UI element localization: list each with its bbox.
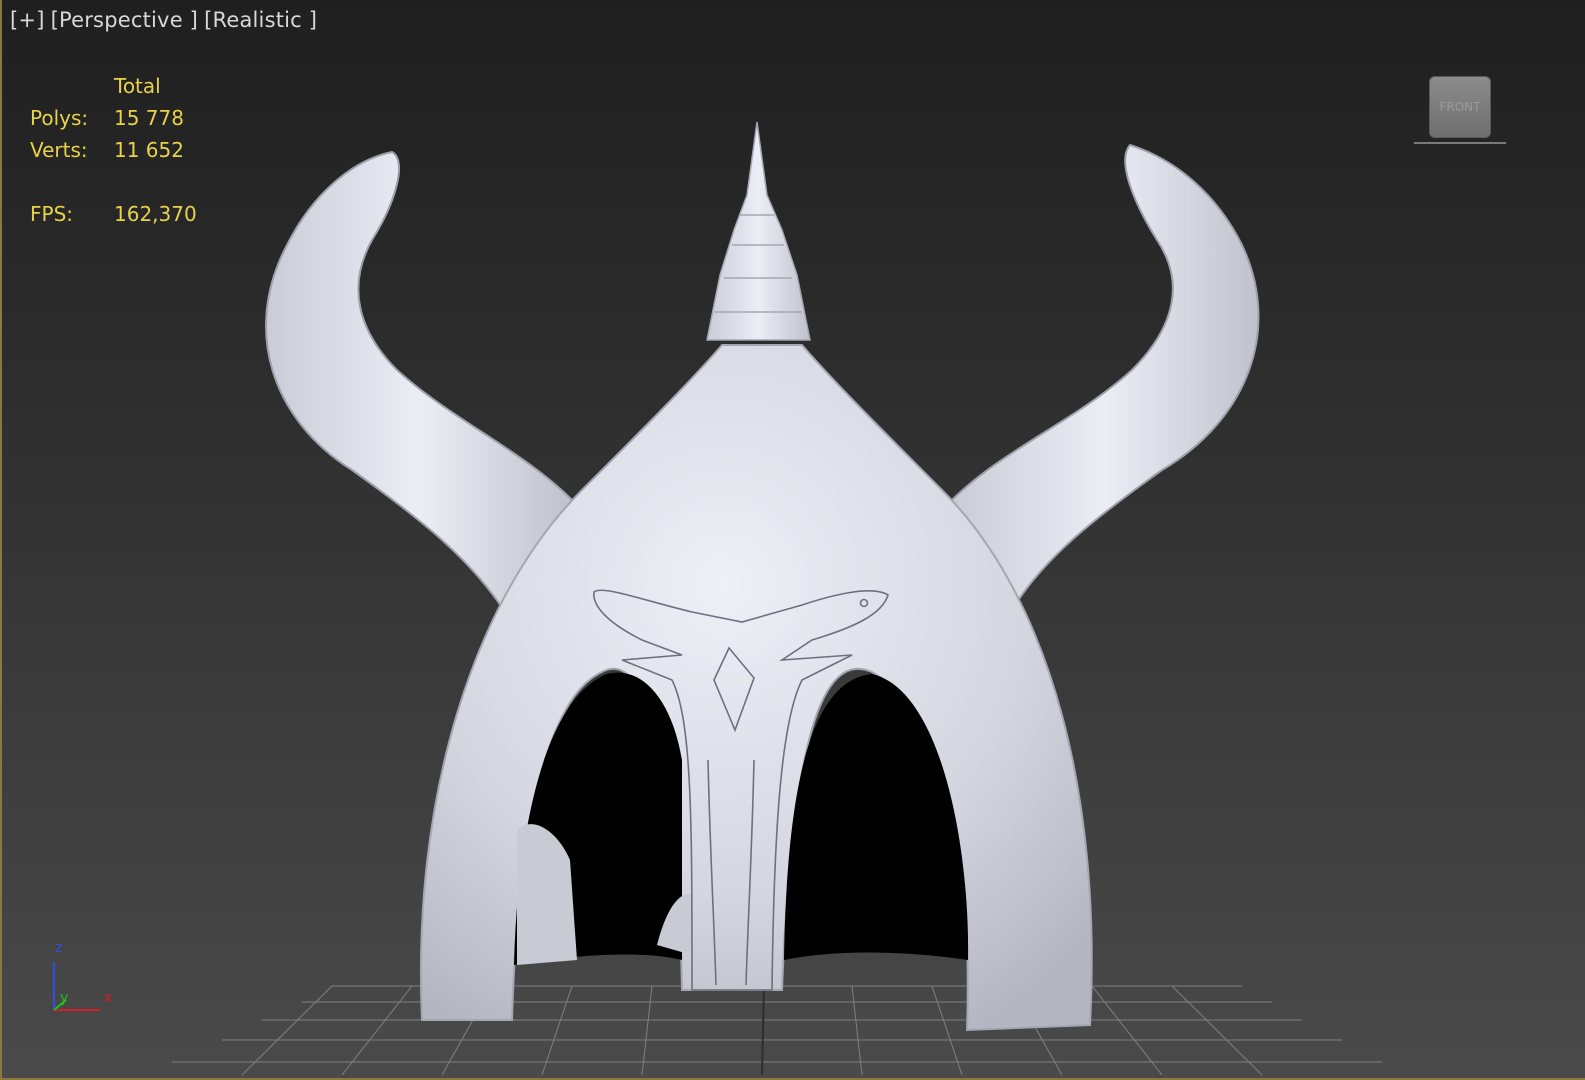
viewport-shading-button[interactable]: [Realistic ] (204, 8, 317, 32)
verts-label: Verts: (30, 138, 88, 162)
fps-label: FPS: (30, 202, 73, 226)
viewcube[interactable]: FRONT (1429, 76, 1491, 138)
left-horn (265, 150, 574, 617)
stats-header: Total (114, 74, 161, 98)
polys-label: Polys: (30, 106, 89, 130)
axis-gizmo-lines (53, 962, 100, 1011)
viewport-label: [+] [Perspective ] [Realistic ] (10, 8, 323, 32)
axis-x-label: x (104, 990, 113, 1006)
polys-value: 15 778 (114, 106, 184, 130)
viewport-menu-button[interactable]: [+] (10, 8, 45, 32)
right-horn (950, 143, 1260, 613)
axis-gizmo: z x y (40, 938, 130, 1028)
viewcube-base (1414, 142, 1506, 144)
scene-render[interactable] (2, 0, 1585, 1080)
viewport-view-button[interactable]: [Perspective ] (51, 8, 198, 32)
perspective-viewport[interactable]: [+] [Perspective ] [Realistic ] Total Poly… (0, 0, 1585, 1080)
axis-y-label: y (60, 990, 69, 1006)
verts-value: 11 652 (114, 138, 184, 162)
axis-z-label: z (55, 940, 63, 956)
grid-floor (172, 985, 1382, 1076)
spike (706, 121, 811, 341)
fps-value: 162,370 (114, 202, 197, 226)
viewcube-face-label: FRONT (1439, 100, 1481, 114)
